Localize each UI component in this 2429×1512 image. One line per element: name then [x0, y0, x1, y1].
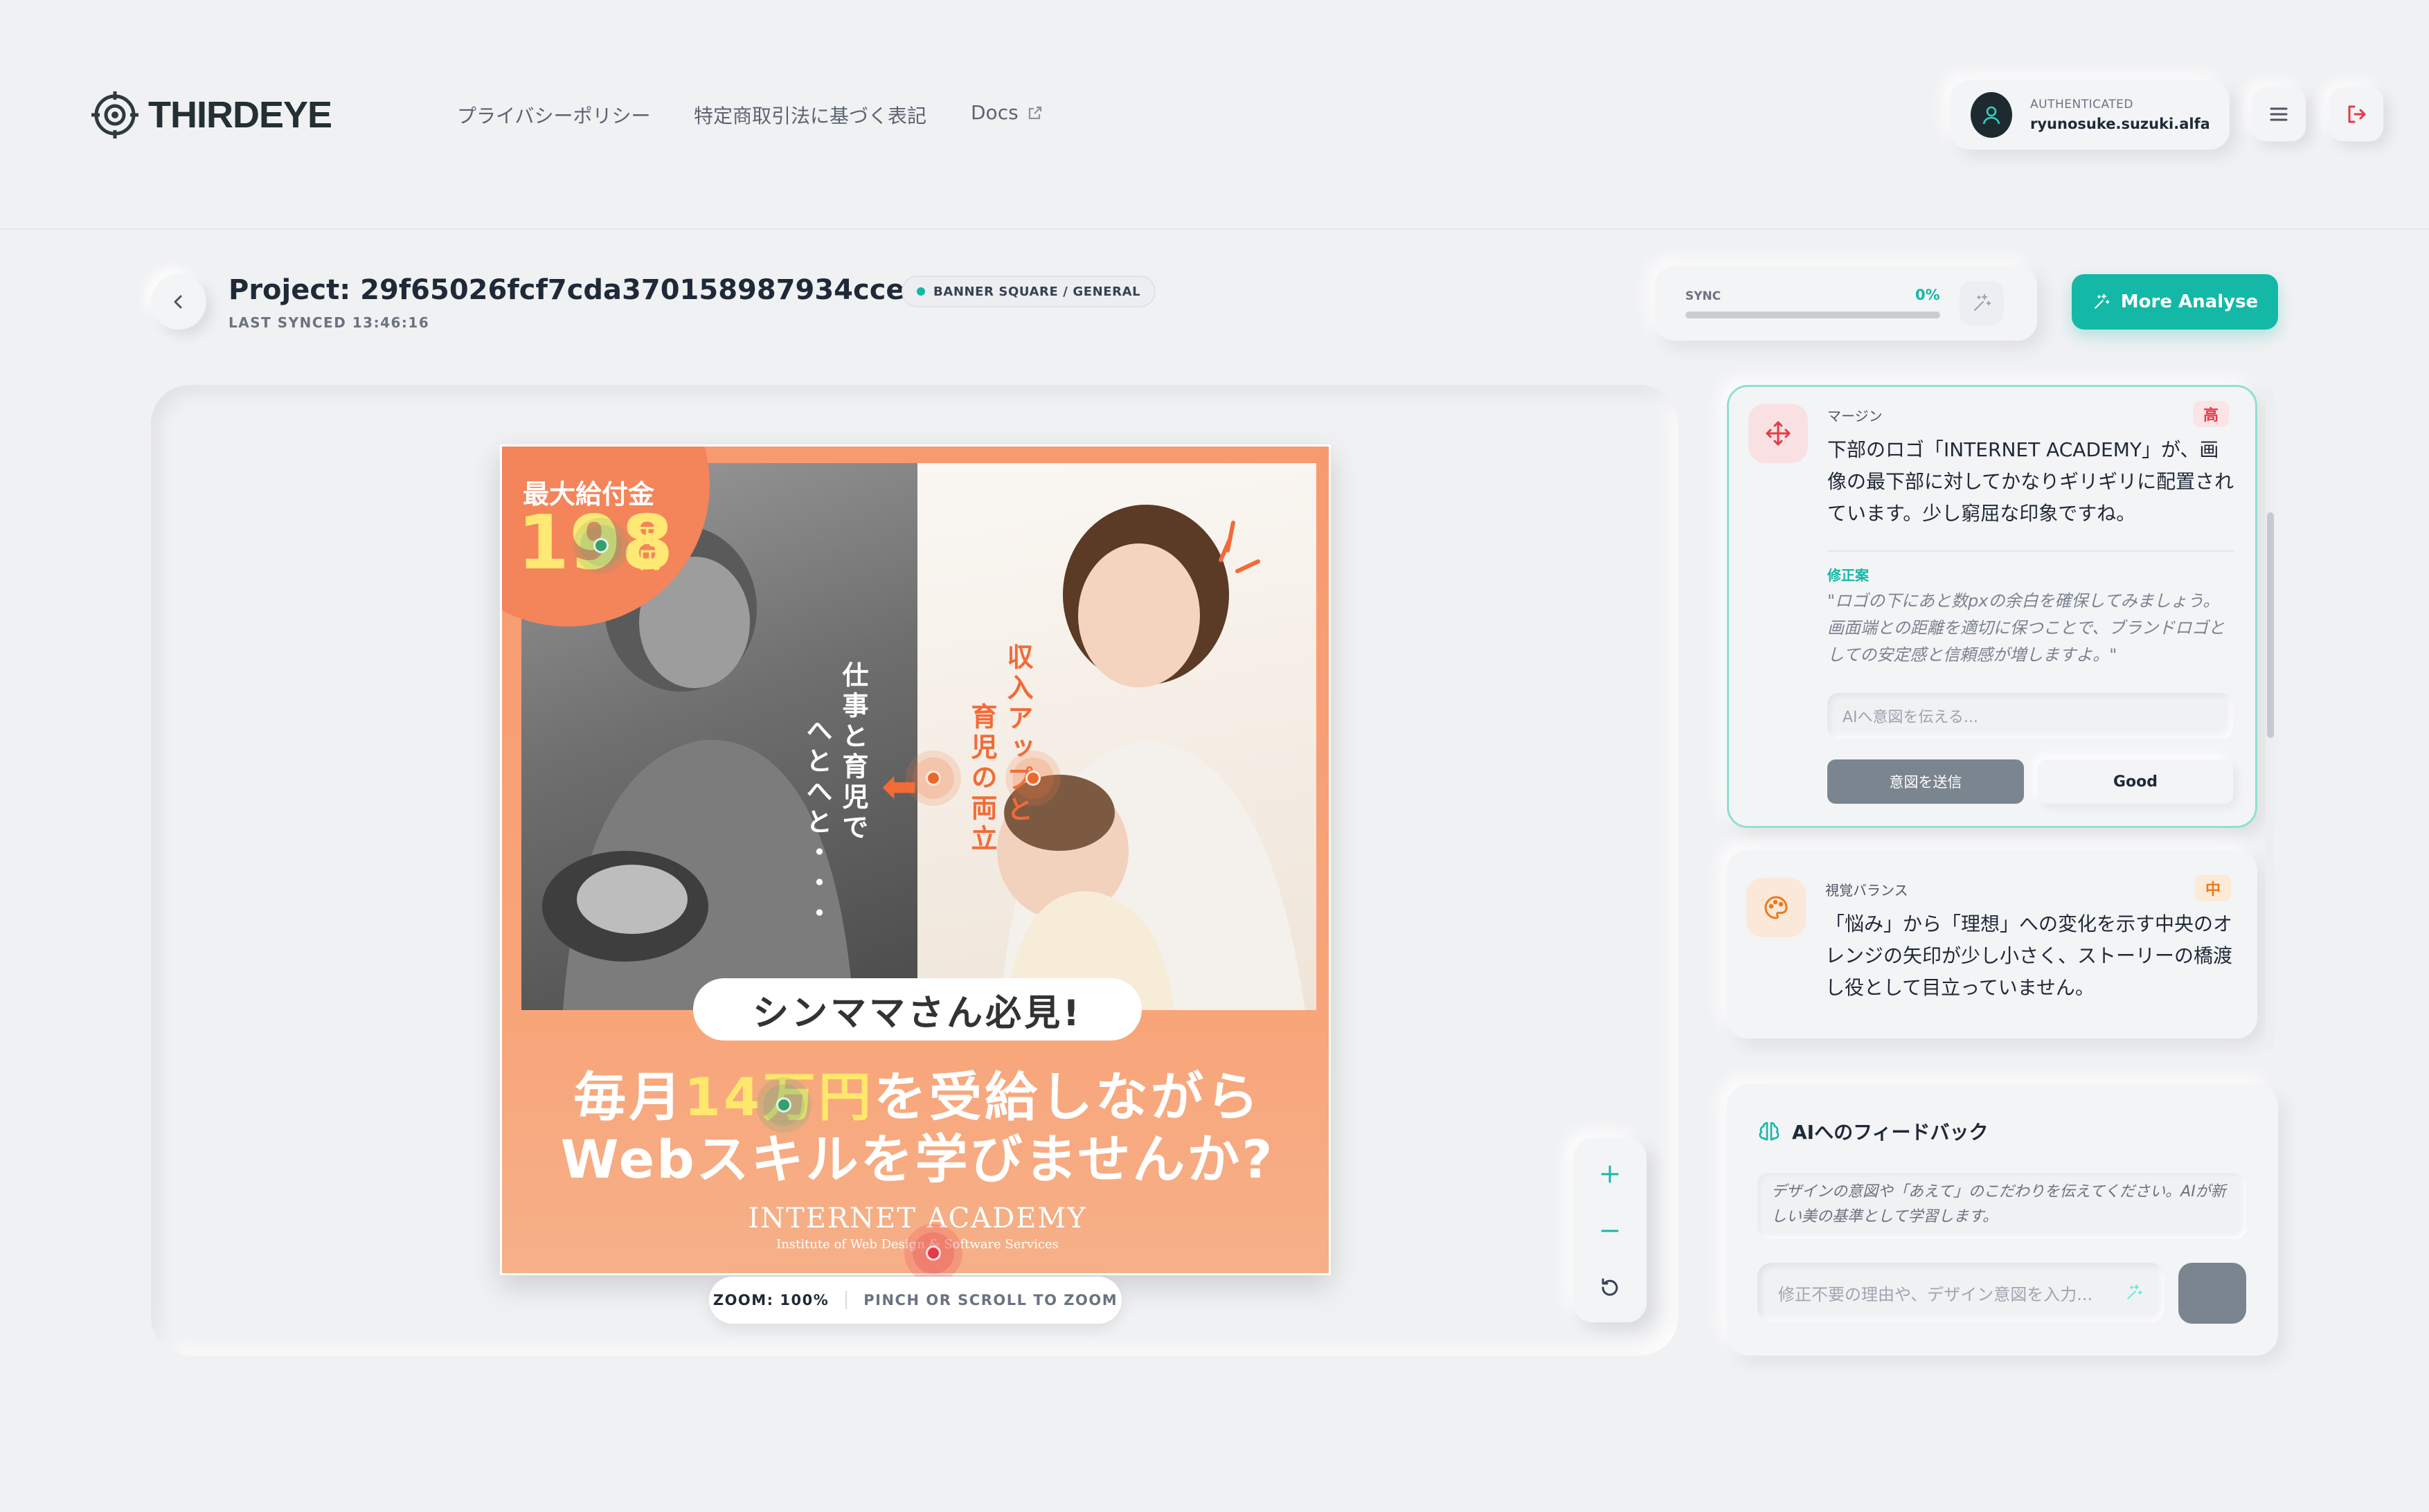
annotation-marker-orange[interactable] [1012, 757, 1054, 799]
header-divider [0, 228, 2429, 230]
project-category-badge: BANNER SQUARE / GENERAL [902, 276, 1156, 307]
severity-badge: 中 [2195, 875, 2231, 901]
zoom-level: ZOOM: 100% [712, 1292, 830, 1308]
marker-core [926, 1245, 941, 1261]
avatar [1971, 92, 2012, 138]
feedback-body: 下部のロゴ「INTERNET ACADEMY」が、画像の最下部に対してかなりギリ… [1827, 438, 2234, 525]
banner-headline-line2: Webスキルを学びませんか? [560, 1128, 1275, 1190]
zoom-divider [845, 1291, 848, 1309]
brain-icon [1759, 1122, 1780, 1141]
feedback-body: 「悩み」から「理想」への変化を示す中央のオレンジの矢印が少し小さく、ストーリーの… [1825, 912, 2233, 999]
left-copy-line2: へとへと・・・ [802, 717, 832, 930]
feedback-card-balance[interactable]: 視覚バランス 中 「悩み」から「理想」への変化を示す中央のオレンジの矢印が少し小… [1727, 850, 2257, 1038]
user-email: ryunosuke.suzuki.alfa... [2030, 116, 2209, 132]
nav-commerce-link[interactable]: 特定商取引法に基づく表記 [694, 101, 926, 129]
sync-label: SYNC [1685, 289, 1721, 303]
nav-docs-link[interactable]: Docs [971, 101, 1043, 124]
banner-image[interactable]: 最大給付金 198 万円 仕事と育児で へとへと・・・ 収入アップと 育児の両立… [500, 444, 1331, 1275]
nav-privacy-link[interactable]: プライバシーポリシー [457, 101, 650, 129]
external-link-icon [1028, 106, 1041, 119]
eye-target-icon [91, 91, 138, 138]
chevron-left-icon [174, 295, 182, 309]
rotate-ccw-icon [1602, 1278, 1618, 1296]
banner-brand-logo: INTERNET ACADEMY [748, 1203, 1087, 1234]
marker-core [776, 1097, 791, 1113]
suggestion-text: "ロゴの下にあと数pxの余白を確保してみましょう。画面端との距離を適切に保つこと… [1827, 591, 2225, 665]
palette-icon [1764, 896, 1788, 919]
auth-status: AUTHENTICATED [2030, 98, 2133, 111]
minus-icon [1601, 1230, 1619, 1232]
more-analyse-button[interactable]: More Analyse [2072, 274, 2278, 330]
sync-progress-bar [1685, 312, 1940, 318]
more-analyse-label: More Analyse [2120, 291, 2259, 312]
ai-feedback-send-button[interactable] [2178, 1263, 2246, 1324]
brand-logo[interactable]: THIRDEYE [90, 87, 332, 143]
right-copy-line2: 育児の両立 [967, 703, 997, 855]
user-meta: AUTHENTICATED ryunosuke.suzuki.alfa... [2030, 98, 2209, 132]
feedback-category: マージン [1827, 408, 1883, 424]
zoom-hint: PINCH OR SCROLL TO ZOOM [863, 1292, 1118, 1308]
project-title: Project: 29f65026fcf7cda370158987934cce0… [228, 274, 1003, 306]
design-intent-input[interactable]: 修正不要の理由や、デザイン意図を入力... [1757, 1263, 2164, 1322]
plus-icon [1601, 1165, 1619, 1183]
feedback-card-margin[interactable]: マージン 高 下部のロゴ「INTERNET ACADEMY」が、画像の最下部に対… [1727, 385, 2257, 828]
intent-input[interactable]: AIへ意図を伝える... [1827, 693, 2233, 739]
ai-feedback-description: デザインの意図や「あえて」のこだわりを伝えてください。AIが新しい美の基準として… [1757, 1173, 2246, 1239]
marker-core [926, 771, 941, 786]
user-icon [1982, 106, 2000, 125]
zoom-reset-button[interactable] [1573, 1260, 1647, 1315]
feedback-scrollbar-thumb[interactable] [2267, 512, 2274, 738]
zoom-controls [1573, 1138, 1647, 1322]
design-intent-placeholder: 修正不要の理由や、デザイン意図を入力... [1778, 1284, 2093, 1304]
marker-core [593, 538, 609, 553]
annotation-marker-red[interactable] [913, 1232, 954, 1274]
sync-card: SYNC 0% [1655, 266, 2037, 341]
ai-feedback-card: AIへのフィードバック デザインの意図や「あえて」のこだわりを伝えてください。A… [1727, 1084, 2278, 1356]
nav-docs-label: Docs [971, 101, 1019, 124]
status-dot [917, 287, 925, 296]
severity-badge: 高 [2193, 401, 2229, 427]
logout-button[interactable] [2329, 87, 2383, 141]
zoom-in-button[interactable] [1573, 1146, 1647, 1202]
sparkles-icon [2094, 294, 2110, 309]
menu-button[interactable] [2252, 87, 2306, 141]
back-button[interactable] [151, 274, 206, 330]
sparkles-icon [2127, 1284, 2142, 1299]
transition-arrow-icon: ⬅ [881, 761, 917, 811]
sync-magic-button[interactable] [1960, 281, 2004, 325]
marker-core [1025, 771, 1041, 786]
feedback-category: 視覚バランス [1825, 882, 1908, 899]
grant-badge-unit: 万円 [638, 523, 661, 573]
banner-pill-text: シンママさん必見! [693, 978, 1142, 1041]
last-synced: LAST SYNCED 13:46:16 [228, 314, 430, 331]
feedback-icon-wrap [1748, 404, 1808, 463]
suggestion-label: 修正案 [1827, 567, 1869, 584]
user-card[interactable]: AUTHENTICATED ryunosuke.suzuki.alfa... [1950, 80, 2230, 150]
brand-name: THIRDEYE [148, 94, 332, 136]
ai-feedback-header: AIへのフィードバック [1757, 1117, 1989, 1145]
sync-percent: 0% [1915, 287, 1940, 303]
zoom-status-pill: ZOOM: 100% PINCH OR SCROLL TO ZOOM [709, 1277, 1122, 1324]
annotation-marker-green[interactable] [763, 1084, 805, 1126]
hamburger-menu-icon [2270, 107, 2288, 121]
ai-feedback-title: AIへのフィードバック [1792, 1121, 1989, 1144]
annotation-marker-orange[interactable] [913, 757, 954, 799]
feedback-icon-wrap [1746, 878, 1806, 937]
annotation-marker-green[interactable] [580, 525, 622, 566]
sparkles-icon [1973, 294, 1991, 312]
send-intent-button[interactable]: 意図を送信 [1827, 759, 2024, 804]
good-button[interactable]: Good [2038, 759, 2233, 804]
move-arrows-icon [1766, 421, 1791, 446]
left-copy-line1: 仕事と育児で [838, 661, 868, 844]
zoom-out-button[interactable] [1573, 1203, 1647, 1259]
logout-icon [2348, 105, 2366, 123]
feedback-divider [1827, 550, 2234, 552]
project-category-label: BANNER SQUARE / GENERAL [933, 284, 1141, 299]
